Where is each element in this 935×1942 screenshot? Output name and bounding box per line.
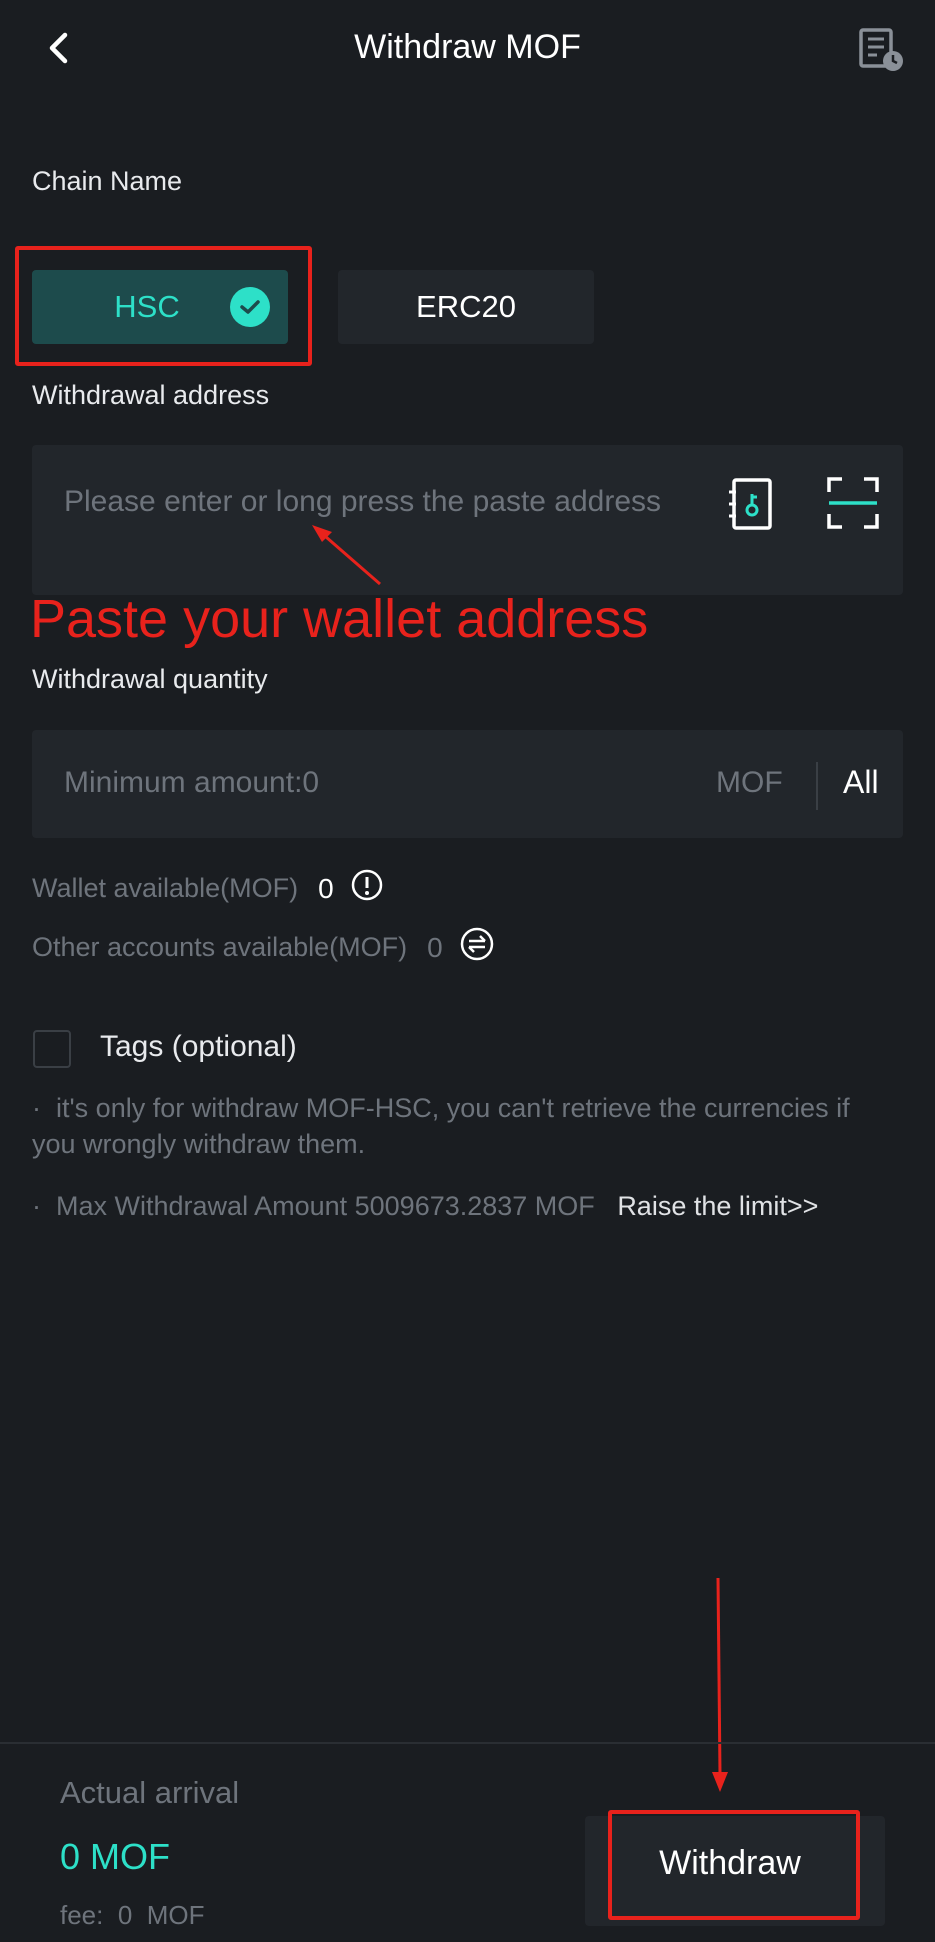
fee-row: fee: 0 MOF xyxy=(60,1900,205,1931)
other-accounts-label: Other accounts available(MOF) xyxy=(32,932,408,962)
page-title: Withdraw MOF xyxy=(354,28,581,66)
history-record-icon xyxy=(859,28,903,71)
raise-limit-link[interactable]: Raise the limit>> xyxy=(617,1191,818,1221)
withdrawal-address-placeholder: Please enter or long press the paste add… xyxy=(64,485,662,518)
actual-arrival-label: Actual arrival xyxy=(60,1775,240,1810)
scan-button[interactable] xyxy=(826,476,880,530)
quantity-divider xyxy=(816,762,818,810)
quantity-unit: MOF xyxy=(716,766,783,799)
chain-option-label: HSC xyxy=(114,289,180,324)
wallet-available-value: 0 xyxy=(318,872,334,904)
note-max-withdrawal: · Max Withdrawal Amount 5009673.2837 MOF… xyxy=(32,1188,892,1224)
chain-option-erc20[interactable]: ERC20 xyxy=(338,270,594,344)
fee-label: fee: xyxy=(60,1900,104,1930)
tags-label: Tags (optional) xyxy=(100,1030,297,1063)
wallet-available-row: Wallet available(MOF) 0 xyxy=(32,868,384,909)
withdrawal-address-label: Withdrawal address xyxy=(32,380,270,410)
other-accounts-value: 0 xyxy=(427,931,443,963)
annotation-paste-text: Paste your wallet address xyxy=(30,589,649,649)
scan-icon xyxy=(827,477,879,529)
note-chain-warning: · it's only for withdraw MOF-HSC, you ca… xyxy=(32,1090,892,1162)
other-accounts-row: Other accounts available(MOF) 0 xyxy=(32,926,495,969)
withdrawal-quantity-placeholder: Minimum amount:0 xyxy=(64,766,320,799)
withdraw-button[interactable]: Withdraw xyxy=(608,1810,852,1916)
note-chain-warning-text: it's only for withdraw MOF-HSC, you can'… xyxy=(32,1093,850,1159)
fee-value: 0 xyxy=(117,1900,133,1930)
check-circle-icon xyxy=(230,287,270,327)
history-record-button[interactable] xyxy=(853,22,909,78)
withdrawal-quantity-label: Withdrawal quantity xyxy=(32,664,268,694)
info-icon[interactable] xyxy=(350,868,384,909)
tags-checkbox[interactable] xyxy=(33,1030,71,1068)
chain-option-hsc[interactable]: HSC xyxy=(32,270,288,344)
all-button[interactable]: All xyxy=(843,764,879,801)
chain-name-label: Chain Name xyxy=(32,166,183,196)
annotation-arrow-down-icon xyxy=(712,1578,728,1792)
wallet-available-label: Wallet available(MOF) xyxy=(32,873,299,903)
address-book-button[interactable] xyxy=(726,476,778,532)
note-bullet: · xyxy=(32,1191,41,1221)
actual-arrival-value: 0 MOF xyxy=(60,1836,171,1877)
transfer-icon[interactable] xyxy=(459,926,495,969)
note-max-withdrawal-text: Max Withdrawal Amount 5009673.2837 MOF xyxy=(56,1191,595,1221)
annotation-arrow-icon xyxy=(312,525,381,586)
chain-option-label: ERC20 xyxy=(416,289,516,324)
note-bullet: · xyxy=(32,1093,41,1123)
bottom-divider xyxy=(0,1742,935,1744)
address-book-icon xyxy=(729,478,772,530)
fee-unit: MOF xyxy=(146,1900,205,1930)
